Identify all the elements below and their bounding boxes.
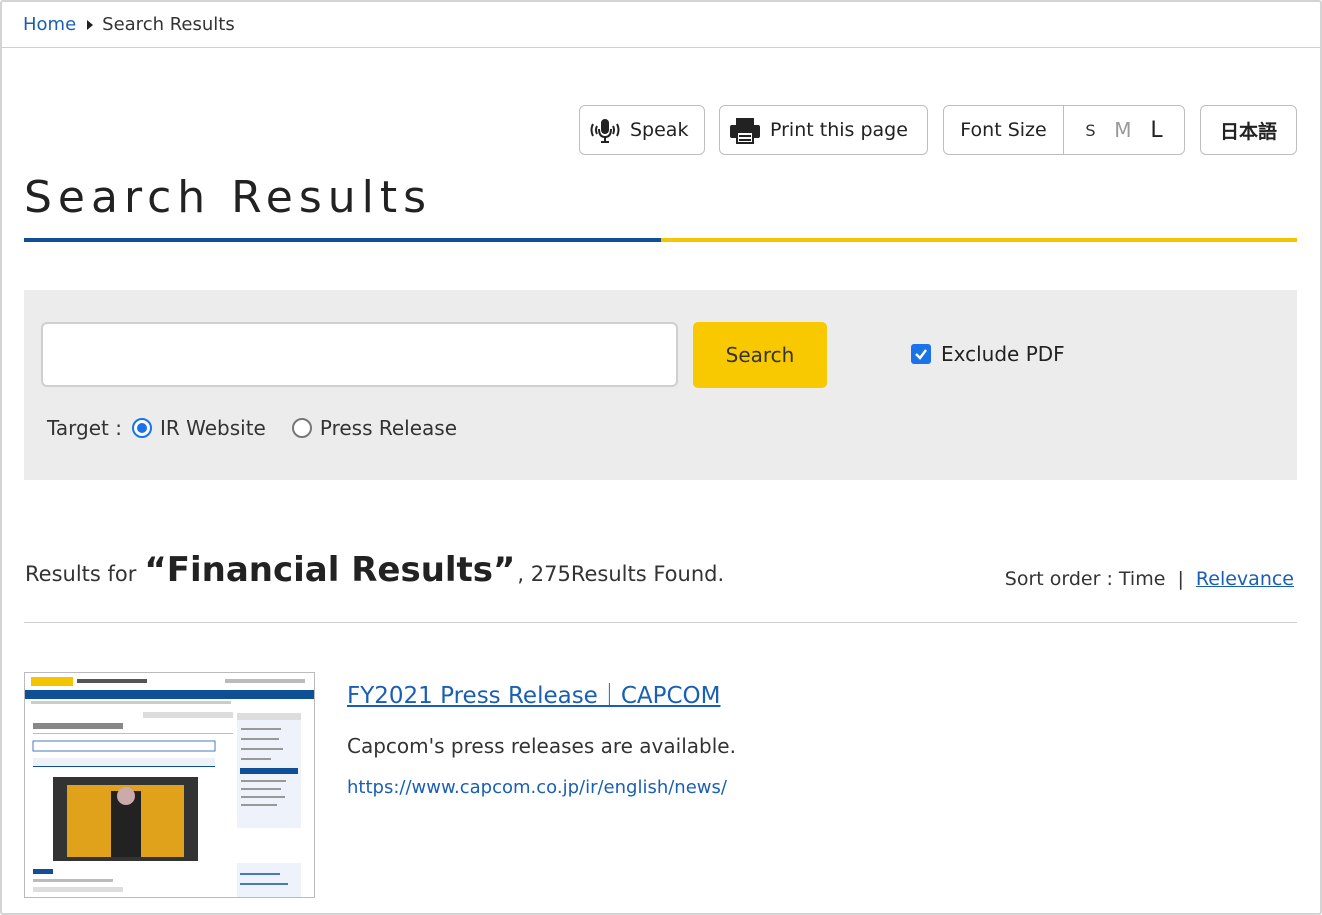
sort-separator: |	[1177, 568, 1184, 590]
breadcrumb-home-link[interactable]: Home	[23, 14, 76, 35]
print-label: Print this page	[770, 119, 908, 141]
radio-unselected-icon	[291, 418, 312, 438]
search-button[interactable]: Search	[693, 322, 827, 388]
font-size-control: Font Size S M L	[943, 105, 1185, 155]
thumbnail-screenshot-image	[25, 673, 314, 897]
language-button[interactable]: 日本語	[1200, 105, 1297, 155]
target-option-label: Press Release	[319, 416, 458, 440]
breadcrumb-arrow-icon	[87, 19, 94, 30]
search-input[interactable]	[41, 322, 678, 387]
font-size-label: Font Size	[944, 106, 1064, 154]
language-label: 日本語	[1219, 120, 1277, 143]
result-url-link[interactable]: https://www.capcom.co.jp/ir/english/news…	[347, 777, 727, 798]
breadcrumb-current: Search Results	[102, 14, 235, 35]
breadcrumb: Home Search Results	[2, 2, 1320, 48]
page-frame: Home Search Results Speak Print this pag…	[0, 0, 1322, 915]
radio-selected-icon	[131, 418, 152, 438]
title-underline	[24, 238, 1297, 242]
results-query: “Financial Results”	[144, 550, 516, 590]
results-divider	[24, 622, 1297, 623]
speak-label: Speak	[630, 119, 689, 141]
search-panel: Search Exclude PDF Target : IR Website P…	[24, 290, 1297, 480]
target-selector: Target : IR Website Press Release	[47, 416, 457, 440]
speak-button[interactable]: Speak	[579, 105, 705, 155]
microphone-icon	[588, 116, 622, 144]
target-label: Target :	[47, 416, 122, 440]
sort-time-label: Sort order : Time	[1004, 568, 1166, 590]
results-count: , 275Results Found.	[517, 562, 725, 586]
font-size-medium-button[interactable]: M	[1114, 118, 1131, 142]
result-description: Capcom's press releases are available.	[347, 734, 736, 758]
font-size-small-button[interactable]: S	[1085, 121, 1095, 140]
results-prefix: Results for	[25, 562, 137, 586]
font-size-options: S M L	[1064, 118, 1184, 143]
target-radio-press-release[interactable]: Press Release	[291, 416, 458, 440]
page-title: Search Results	[24, 172, 433, 223]
target-radio-ir-website[interactable]: IR Website	[131, 416, 266, 440]
checkbox-checked-icon	[911, 344, 931, 364]
sort-relevance-link[interactable]: Relevance	[1196, 568, 1294, 590]
print-button[interactable]: Print this page	[719, 105, 928, 155]
exclude-pdf-label: Exclude PDF	[941, 342, 1065, 366]
target-option-label: IR Website	[159, 416, 266, 440]
exclude-pdf-checkbox[interactable]: Exclude PDF	[911, 342, 1065, 366]
result-thumbnail[interactable]	[24, 672, 315, 898]
printer-icon	[728, 116, 762, 144]
results-summary: Results for “Financial Results” , 275Res…	[25, 550, 724, 590]
title-underline-yellow	[661, 238, 1297, 242]
sort-order: Sort order : Time | Relevance	[1005, 568, 1294, 590]
result-title-link[interactable]: FY2021 Press Release｜CAPCOM	[347, 676, 721, 710]
font-size-large-button[interactable]: L	[1150, 118, 1162, 143]
title-underline-blue	[24, 238, 661, 242]
